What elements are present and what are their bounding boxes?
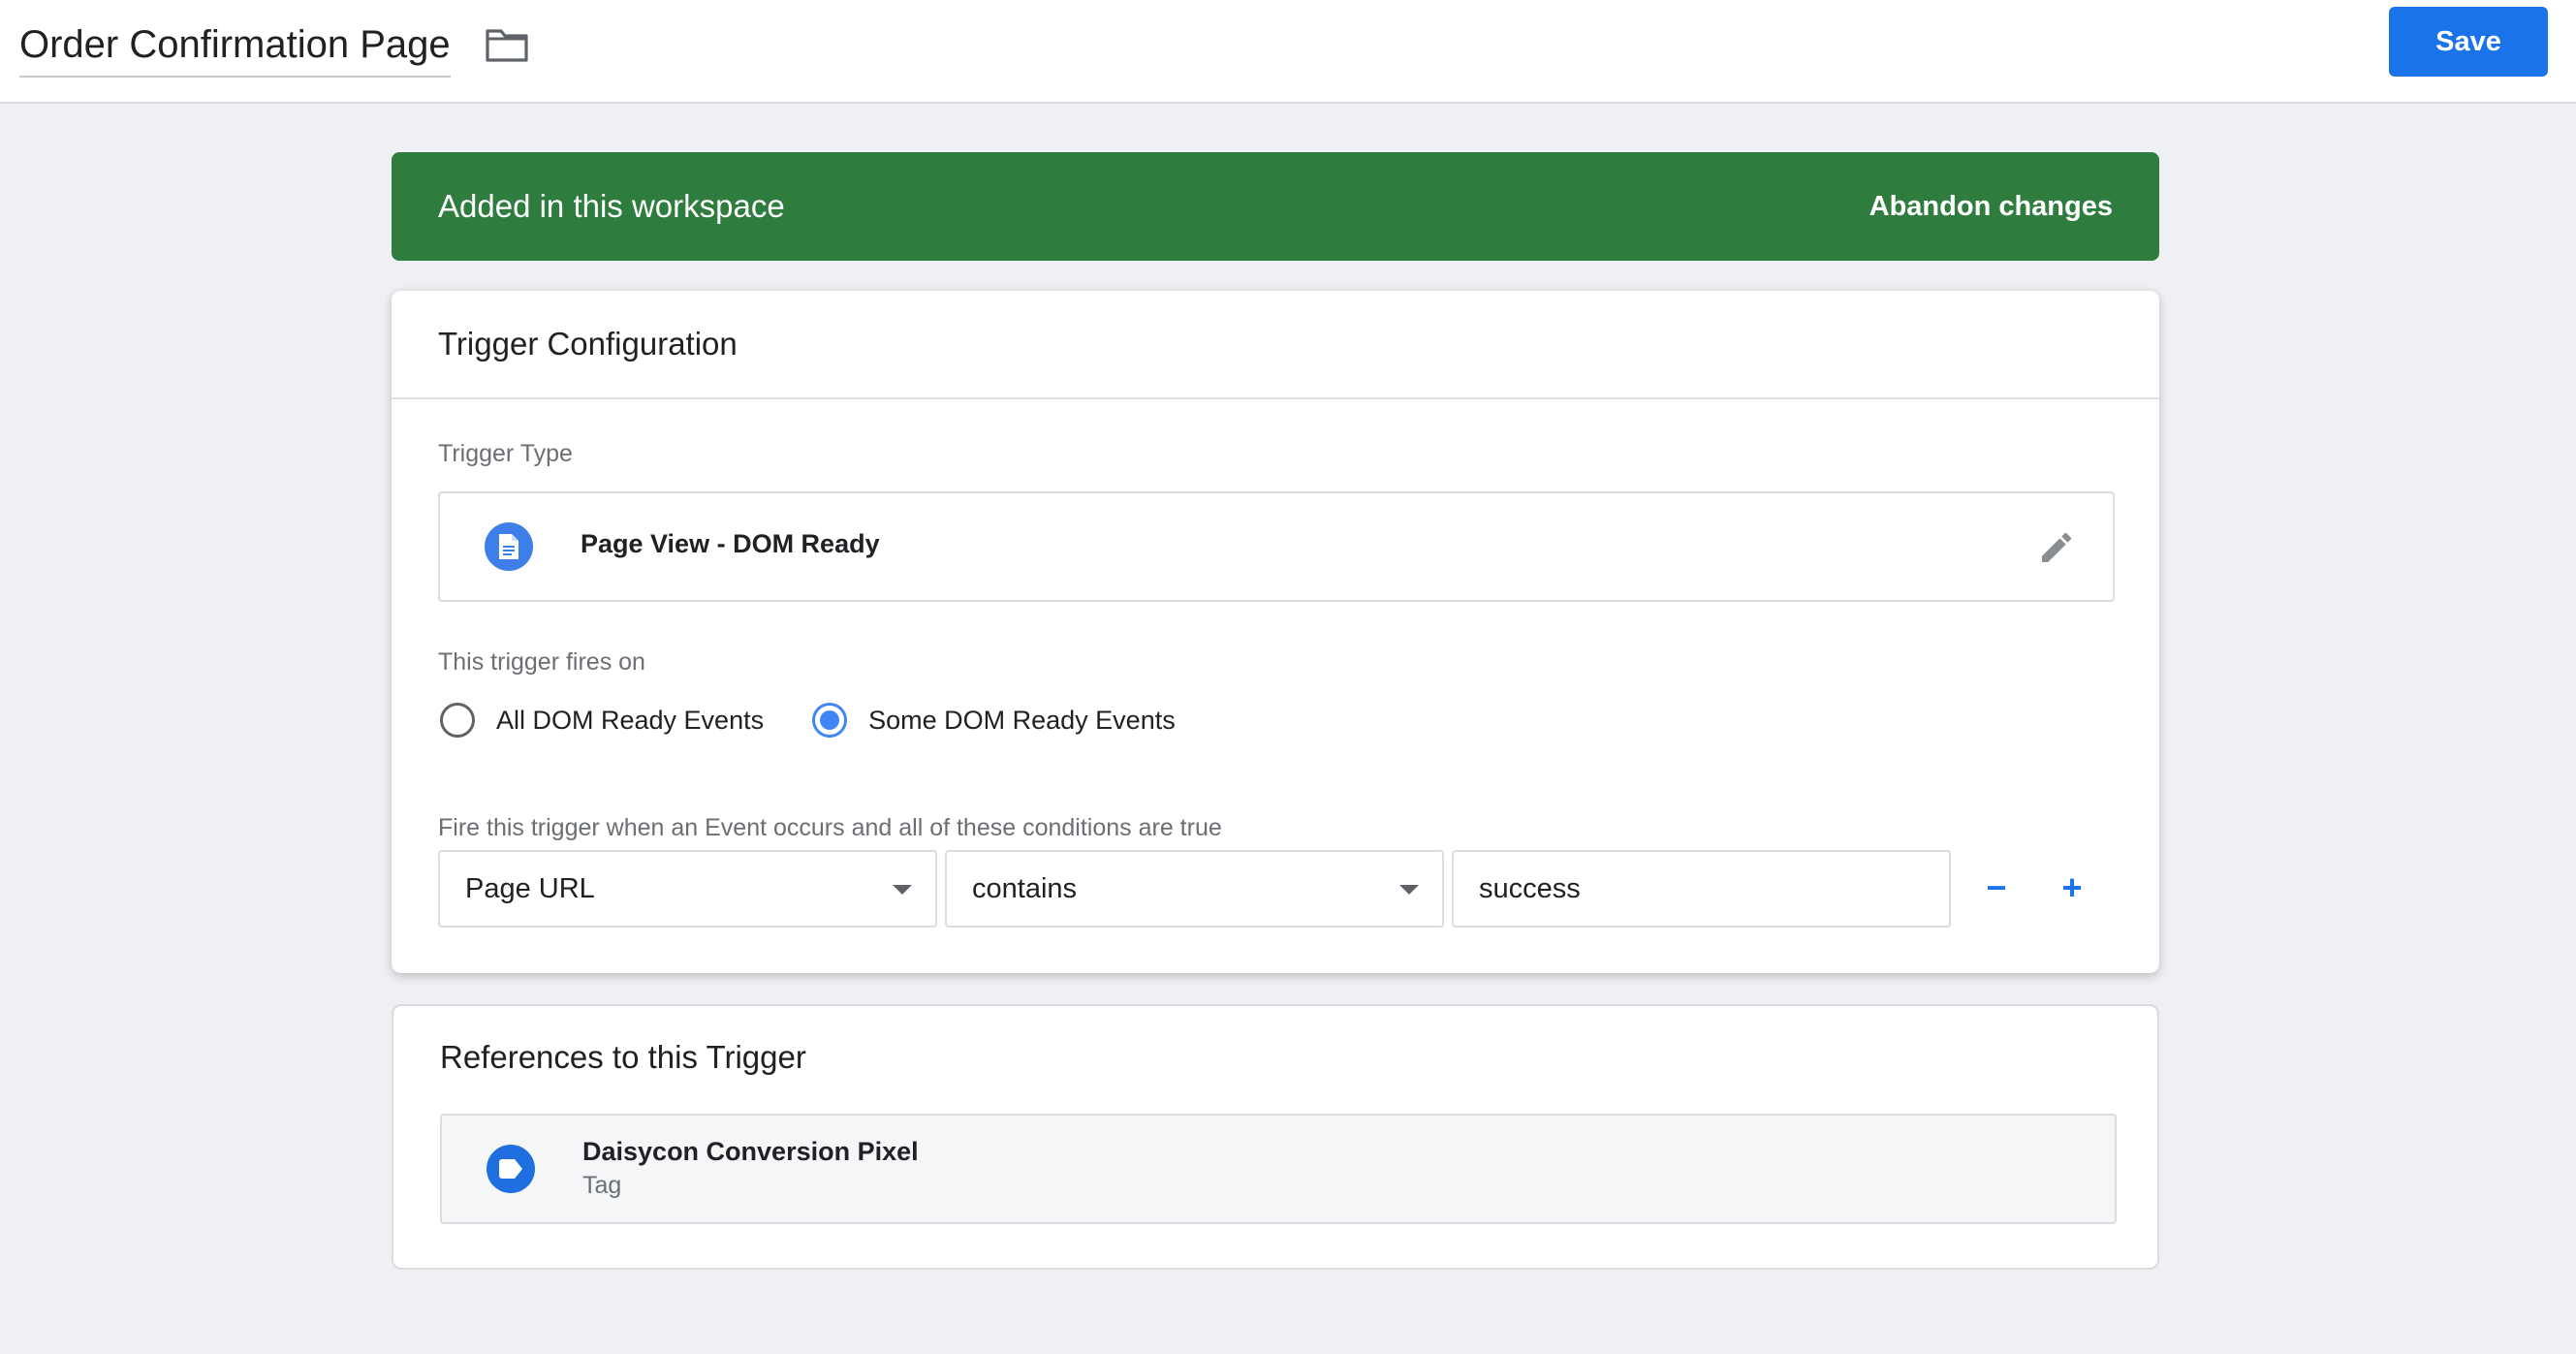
document-icon xyxy=(485,522,533,571)
top-bar: Order Confirmation Page Save xyxy=(0,0,2576,104)
trigger-configuration-card: Trigger Configuration Trigger Type Page … xyxy=(392,291,2159,973)
operator-select-value: contains xyxy=(972,872,1078,904)
page-title-field[interactable]: Order Confirmation Page xyxy=(19,14,451,78)
references-card: References to this Trigger Daisycon Conv… xyxy=(392,1004,2159,1270)
references-title: References to this Trigger xyxy=(440,1039,806,1075)
condition-value-input[interactable]: success xyxy=(1452,850,1951,928)
abandon-changes-button[interactable]: Abandon changes xyxy=(1869,191,2113,223)
radio-all-dom-ready-events[interactable]: All DOM Ready Events xyxy=(440,703,764,738)
dropdown-caret-icon xyxy=(893,885,912,895)
save-button[interactable]: Save xyxy=(2389,7,2548,77)
condition-value-text: success xyxy=(1479,872,1581,904)
banner-text: Added in this workspace xyxy=(438,188,785,224)
dropdown-caret-icon xyxy=(1399,885,1419,895)
workspace-status-banner: Added in this workspace Abandon changes xyxy=(392,152,2159,261)
card-title: Trigger Configuration xyxy=(392,291,2159,399)
radio-checked[interactable] xyxy=(812,703,848,738)
operator-select[interactable]: contains xyxy=(945,850,1444,928)
reference-item[interactable]: Daisycon Conversion Pixel Tag xyxy=(440,1114,2117,1224)
trigger-type-selector[interactable]: Page View - DOM Ready xyxy=(438,491,2115,602)
tag-icon xyxy=(487,1145,535,1193)
radio-label: Some DOM Ready Events xyxy=(868,705,1176,735)
fires-on-label: This trigger fires on xyxy=(438,648,645,676)
fires-on-radio-group: All DOM Ready Events Some DOM Ready Even… xyxy=(440,703,1224,738)
radio-unchecked[interactable] xyxy=(440,703,475,738)
condition-label: Fire this trigger when an Event occurs a… xyxy=(438,814,1222,841)
edit-pencil-icon[interactable] xyxy=(2037,528,2076,567)
remove-condition-button[interactable]: − xyxy=(1972,864,2021,912)
folder-icon[interactable] xyxy=(485,26,529,63)
trigger-type-name: Page View - DOM Ready xyxy=(581,529,880,558)
reference-type: Tag xyxy=(582,1172,622,1199)
radio-label: All DOM Ready Events xyxy=(496,705,765,735)
variable-select-value: Page URL xyxy=(465,872,595,904)
add-condition-button[interactable]: + xyxy=(2048,864,2096,912)
reference-name: Daisycon Conversion Pixel xyxy=(582,1137,919,1166)
trigger-type-label: Trigger Type xyxy=(438,440,573,467)
variable-select[interactable]: Page URL xyxy=(438,850,937,928)
page-title[interactable]: Order Confirmation Page xyxy=(19,23,451,67)
radio-some-dom-ready-events[interactable]: Some DOM Ready Events xyxy=(812,703,1176,738)
